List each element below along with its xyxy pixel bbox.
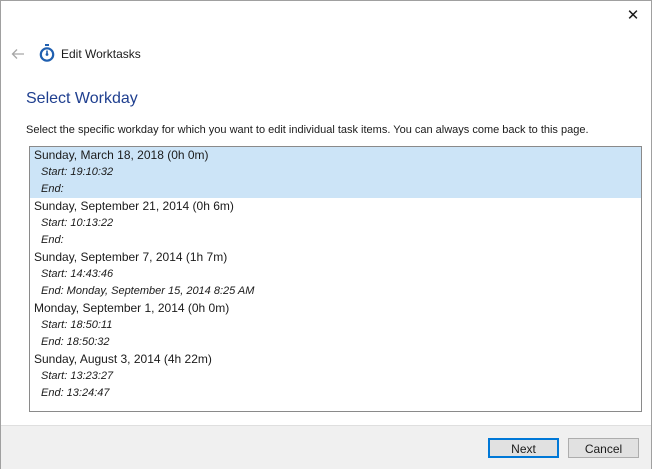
dialog-window: ✕ Edit Worktasks Select Workday Select t… (0, 0, 652, 469)
stopwatch-icon (39, 44, 55, 62)
workday-title: Sunday, September 21, 2014 (0h 6m) (34, 199, 234, 213)
workday-start: Start: 19:10:32 (41, 166, 114, 178)
workday-end: End: (41, 234, 64, 246)
next-button[interactable]: Next (488, 438, 559, 458)
workday-title: Sunday, September 7, 2014 (1h 7m) (34, 250, 228, 264)
workday-title: Sunday, March 18, 2018 (0h 0m) (34, 148, 209, 162)
list-item[interactable]: Sunday, September 21, 2014 (0h 6m) Start… (30, 198, 641, 249)
dialog-footer: Next Cancel (1, 425, 651, 469)
workday-start: Start: 18:50:11 (41, 319, 113, 331)
arrow-left-icon (11, 49, 24, 59)
back-button[interactable] (9, 45, 27, 63)
workday-end: End: 18:50:32 (41, 336, 110, 348)
workday-start: Start: 13:23:27 (41, 370, 114, 382)
workday-start: Start: 10:13:22 (41, 217, 114, 229)
workday-end: End: (41, 183, 64, 195)
workday-title: Sunday, August 3, 2014 (4h 22m) (34, 352, 212, 366)
page-description: Select the specific workday for which yo… (26, 124, 589, 136)
list-item[interactable]: Sunday, August 3, 2014 (4h 22m) Start: 1… (30, 351, 641, 402)
close-icon: ✕ (626, 7, 640, 24)
workday-list[interactable]: Sunday, March 18, 2018 (0h 0m) Start: 19… (29, 146, 642, 412)
cancel-button[interactable]: Cancel (568, 438, 639, 458)
workday-start: Start: 14:43:46 (41, 268, 114, 280)
workday-end: End: Monday, September 15, 2014 8:25 AM (41, 285, 255, 297)
list-item[interactable]: Monday, September 1, 2014 (0h 0m) Start:… (30, 300, 641, 351)
list-item[interactable]: Sunday, March 18, 2018 (0h 0m) Start: 19… (30, 147, 641, 198)
page-title: Select Workday (26, 90, 138, 107)
app-title: Edit Worktasks (61, 47, 141, 61)
list-item[interactable]: Sunday, September 7, 2014 (1h 7m) Start:… (30, 249, 641, 300)
close-button[interactable]: ✕ (621, 5, 645, 25)
dialog-header: Edit Worktasks (1, 41, 651, 71)
workday-end: End: 13:24:47 (41, 387, 110, 399)
workday-title: Monday, September 1, 2014 (0h 0m) (34, 301, 230, 315)
